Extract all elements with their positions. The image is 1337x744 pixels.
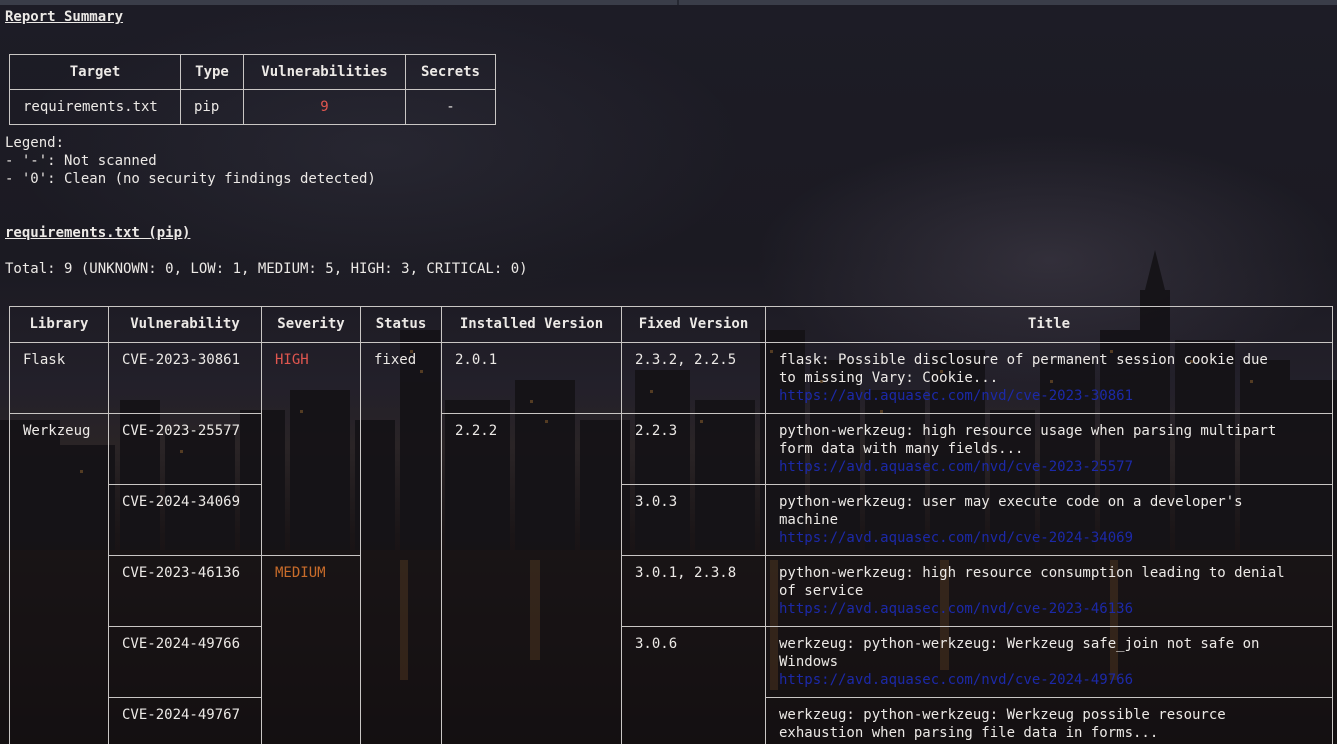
status-cell: fixed — [360, 342, 442, 744]
advisory-link[interactable]: https://avd.aquasec.com/nvd/cve-2023-461… — [779, 601, 1133, 617]
header-status: Status — [360, 306, 442, 343]
fixed-version-cell: 3.0.3 — [621, 484, 766, 556]
title-text: flask: Possible disclosure of permanent … — [779, 352, 1268, 386]
legend-line-not-scanned: - '-': Not scanned — [5, 153, 157, 169]
table-row: Flask CVE-2023-30861 HIGH fixed 2.0.1 2.… — [9, 342, 1333, 744]
table-row: CVE-2023-46136 MEDIUM 3.0.1, 2.3.8 pytho… — [10, 555, 1333, 744]
library-cell: Werkzeug — [9, 413, 109, 744]
header-title: Title — [765, 306, 1333, 343]
vulnerability-id: CVE-2024-34069 — [108, 484, 262, 556]
legend-title: Legend: — [5, 135, 65, 151]
summary-type: pip — [180, 89, 244, 125]
summary-header-type: Type — [180, 54, 244, 90]
title-cell: flask: Possible disclosure of permanent … — [765, 342, 1333, 414]
fixed-version-cell: 2.2.3 — [621, 413, 766, 485]
header-fixed-version: Fixed Version — [621, 306, 766, 343]
table-row: CVE-2024-34069 3.0.3 python-werkzeug: us… — [10, 484, 1333, 556]
vulnerability-header-row: Library Vulnerability Severity Status In… — [9, 306, 1333, 343]
legend-line-clean: - '0': Clean (no security findings detec… — [5, 171, 376, 187]
summary-row: requirements.txt pip 9 - — [9, 89, 496, 125]
vulnerability-id: CVE-2023-46136 — [108, 555, 262, 627]
header-library: Library — [9, 306, 109, 343]
top-bar-divider — [677, 0, 679, 5]
summary-table: Target Type Vulnerabilities Secrets requ… — [9, 54, 496, 125]
severity-high: HIGH — [261, 342, 361, 556]
summary-target: requirements.txt — [9, 89, 181, 125]
summary-header-target: Target — [9, 54, 181, 90]
summary-header-row: Target Type Vulnerabilities Secrets — [9, 54, 496, 90]
fixed-version-cell: 3.0.1, 2.3.8 — [621, 555, 766, 627]
title-cell: python-werkzeug: high resource consumpti… — [765, 555, 1333, 627]
severity-medium: MEDIUM — [261, 555, 361, 744]
title-cell: python-werkzeug: user may execute code o… — [765, 484, 1333, 556]
vulnerability-table: Library Vulnerability Severity Status In… — [9, 306, 1333, 744]
table-row: CVE-2024-49766 3.0.6 werkzeug: python-we… — [10, 626, 1333, 744]
report-summary-heading: Report Summary — [5, 9, 124, 25]
installed-version-cell: 2.2.2 — [441, 413, 622, 744]
summary-header-secrets: Secrets — [405, 54, 496, 90]
table-row: Werkzeug CVE-2023-25577 2.2.2 2.2.3 pyth… — [9, 413, 1333, 744]
advisory-link[interactable]: https://avd.aquasec.com/nvd/cve-2024-340… — [779, 530, 1133, 546]
vulnerability-id: CVE-2023-30861 — [108, 342, 262, 414]
summary-header-vulnerabilities: Vulnerabilities — [243, 54, 406, 90]
report-document: Report Summary Target Type Vulnerabiliti… — [0, 0, 1337, 744]
total-summary: Total: 9 (UNKNOWN: 0, LOW: 1, MEDIUM: 5,… — [5, 261, 528, 277]
advisory-link[interactable]: https://avd.aquasec.com/nvd/cve-2024-497… — [779, 672, 1133, 688]
target-section-heading: requirements.txt (pip) — [5, 225, 191, 241]
title-cell: werkzeug: python-werkzeug: Werkzeug poss… — [765, 697, 1333, 744]
advisory-link[interactable]: https://avd.aquasec.com/nvd/cve-2023-308… — [779, 388, 1133, 404]
vulnerability-id: CVE-2024-49766 — [108, 626, 262, 698]
vulnerability-id: CVE-2023-25577 — [108, 413, 262, 485]
header-installed-version: Installed Version — [441, 306, 622, 343]
title-text: python-werkzeug: high resource usage whe… — [779, 423, 1277, 457]
title-text: werkzeug: python-werkzeug: Werkzeug poss… — [779, 707, 1226, 741]
title-cell: werkzeug: python-werkzeug: Werkzeug safe… — [765, 626, 1333, 698]
advisory-link[interactable]: https://avd.aquasec.com/nvd/cve-2023-255… — [779, 459, 1133, 475]
fixed-version-cell: 3.0.6 — [621, 626, 766, 744]
vulnerability-id: CVE-2024-49767 — [108, 697, 262, 744]
library-cell: Flask — [9, 342, 109, 414]
title-cell: python-werkzeug: high resource usage whe… — [765, 413, 1333, 485]
fixed-version-cell: 2.3.2, 2.2.5 — [621, 342, 766, 414]
window-top-bar — [0, 0, 1337, 5]
header-vulnerability: Vulnerability — [108, 306, 262, 343]
title-text: python-werkzeug: user may execute code o… — [779, 494, 1243, 528]
title-text: werkzeug: python-werkzeug: Werkzeug safe… — [779, 636, 1260, 670]
summary-secrets: - — [405, 89, 496, 125]
header-severity: Severity — [261, 306, 361, 343]
summary-vulnerability-count: 9 — [243, 89, 406, 125]
installed-version-cell: 2.0.1 — [441, 342, 622, 414]
title-text: python-werkzeug: high resource consumpti… — [779, 565, 1285, 599]
